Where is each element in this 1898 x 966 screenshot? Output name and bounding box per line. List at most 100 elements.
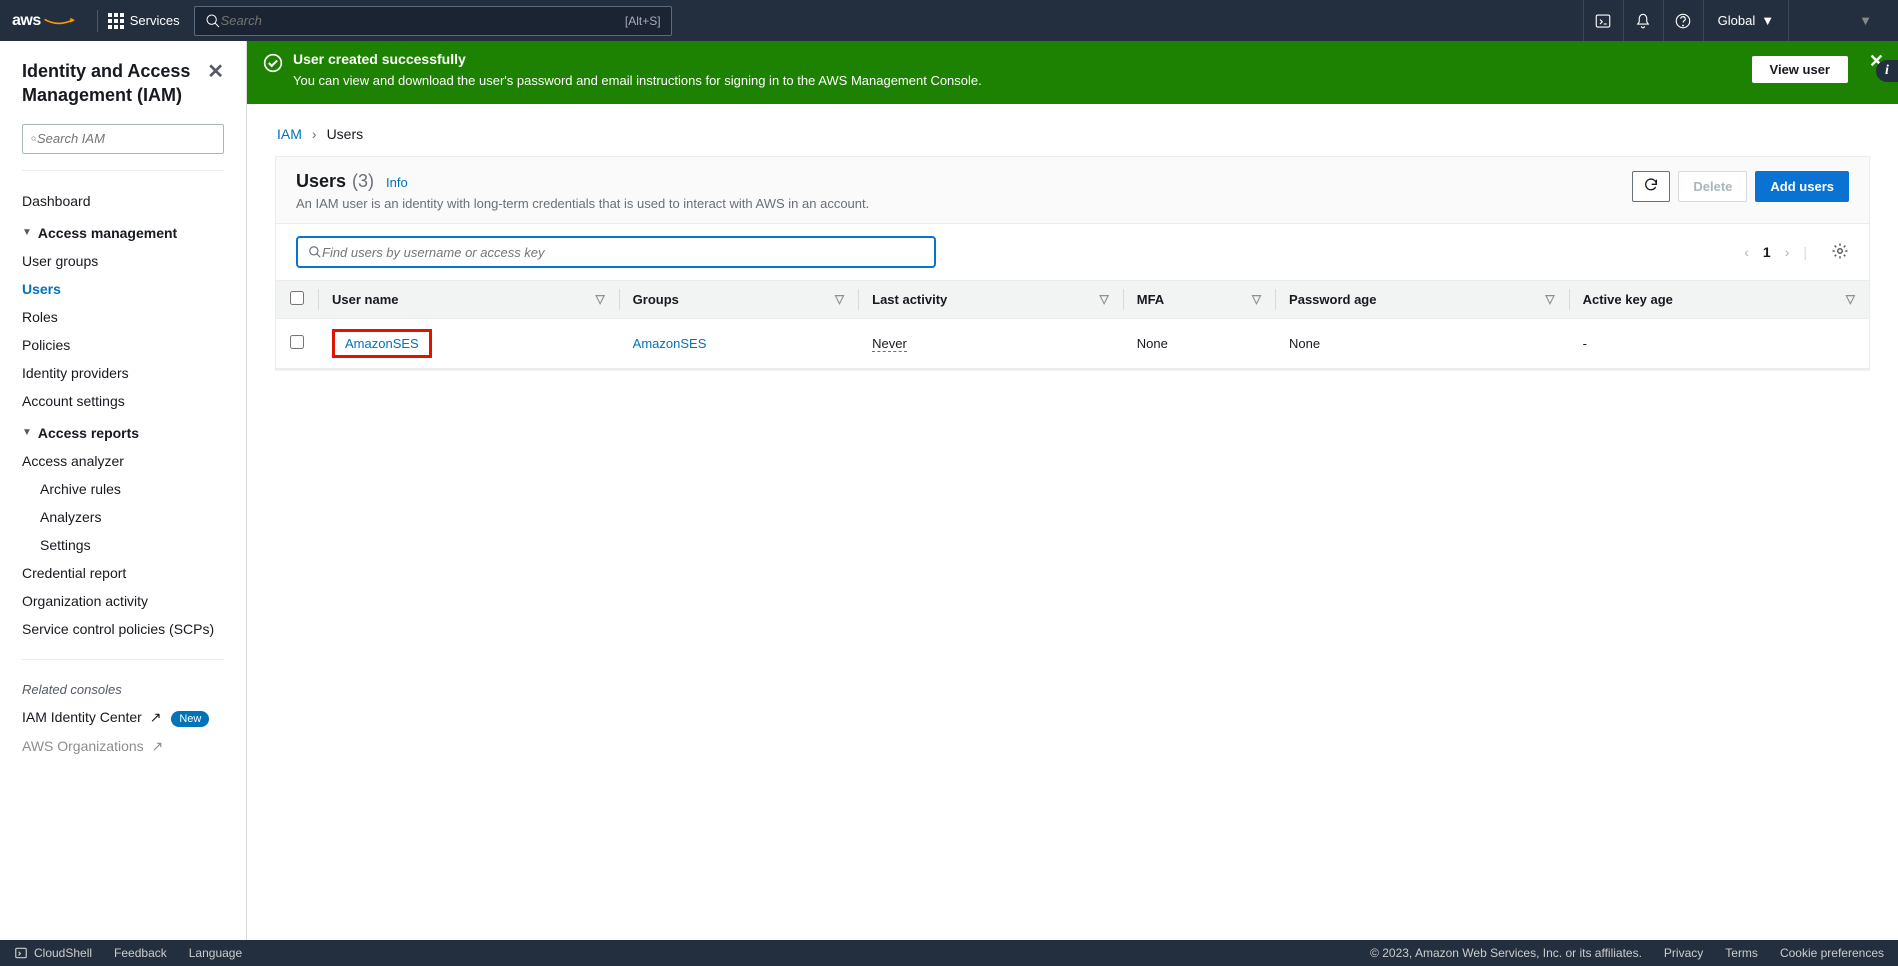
sort-icon[interactable]: ▽ bbox=[1100, 292, 1109, 306]
sort-icon[interactable]: ▽ bbox=[1252, 292, 1261, 306]
region-selector[interactable]: Global▼ bbox=[1703, 0, 1788, 41]
sort-icon[interactable]: ▽ bbox=[835, 292, 844, 306]
cloudshell-icon bbox=[14, 946, 28, 960]
nav-scps[interactable]: Service control policies (SCPs) bbox=[22, 615, 224, 643]
account-menu[interactable]: ▼ bbox=[1788, 0, 1886, 41]
table-settings-icon[interactable] bbox=[1831, 242, 1849, 263]
mfa-value: None bbox=[1123, 319, 1275, 369]
main-content: User created successfully You can view a… bbox=[247, 41, 1898, 940]
active-key-age-value: - bbox=[1569, 319, 1869, 369]
nav-archive-rules[interactable]: Archive rules bbox=[22, 475, 224, 503]
grid-icon bbox=[108, 13, 124, 29]
sort-icon[interactable]: ▽ bbox=[1846, 292, 1855, 306]
col-active-key-age[interactable]: Active key age▽ bbox=[1569, 281, 1869, 319]
info-link[interactable]: Info bbox=[386, 175, 408, 190]
prev-page-icon[interactable]: ‹ bbox=[1744, 244, 1749, 260]
sidebar-close-icon[interactable]: ✕ bbox=[207, 59, 224, 84]
users-panel: Users (3) Info An IAM user is an identit… bbox=[275, 156, 1870, 370]
delete-button[interactable]: Delete bbox=[1678, 171, 1747, 202]
nav-users[interactable]: Users bbox=[22, 275, 224, 303]
language-link[interactable]: Language bbox=[189, 946, 242, 960]
notifications-icon[interactable] bbox=[1623, 0, 1663, 41]
aws-logo[interactable]: aws bbox=[12, 12, 75, 30]
footer: CloudShell Feedback Language © 2023, Ama… bbox=[0, 940, 1898, 966]
services-label: Services bbox=[130, 13, 180, 28]
col-username[interactable]: User name▽ bbox=[318, 281, 619, 319]
sort-icon[interactable]: ▽ bbox=[595, 292, 604, 306]
user-count: (3) bbox=[352, 171, 374, 192]
info-panel-toggle[interactable]: i bbox=[1876, 60, 1898, 82]
privacy-link[interactable]: Privacy bbox=[1664, 946, 1703, 960]
table-row: AmazonSES AmazonSES Never None None - bbox=[276, 319, 1869, 369]
users-table: User name▽ Groups▽ Last activity▽ MFA▽ P… bbox=[276, 280, 1869, 369]
copyright: © 2023, Amazon Web Services, Inc. or its… bbox=[1370, 946, 1642, 960]
col-groups[interactable]: Groups▽ bbox=[619, 281, 858, 319]
external-link-icon: ↗ bbox=[152, 738, 164, 754]
nav-iam-identity-center[interactable]: IAM Identity Center ↗ New bbox=[22, 703, 224, 732]
search-icon bbox=[205, 13, 221, 29]
user-link[interactable]: AmazonSES bbox=[345, 336, 419, 351]
sidebar-search-input[interactable] bbox=[37, 131, 215, 146]
breadcrumb-current: Users bbox=[327, 126, 364, 142]
aws-smile-icon bbox=[43, 15, 75, 27]
pagination: ‹ 1 › | bbox=[1744, 242, 1849, 263]
nav-account-settings[interactable]: Account settings bbox=[22, 387, 224, 415]
breadcrumb: IAM › Users bbox=[247, 104, 1898, 150]
col-password-age[interactable]: Password age▽ bbox=[1275, 281, 1569, 319]
highlighted-username: AmazonSES bbox=[332, 329, 432, 358]
next-page-icon[interactable]: › bbox=[1785, 244, 1790, 260]
search-shortcut: [Alt+S] bbox=[625, 14, 661, 28]
search-icon bbox=[308, 245, 322, 259]
row-checkbox[interactable] bbox=[290, 335, 304, 349]
sort-icon[interactable]: ▽ bbox=[1545, 292, 1554, 306]
panel-subtitle: An IAM user is an identity with long-ter… bbox=[296, 196, 869, 211]
section-access-management[interactable]: Access management bbox=[22, 215, 224, 247]
add-users-button[interactable]: Add users bbox=[1755, 171, 1849, 202]
chevron-right-icon: › bbox=[312, 126, 317, 142]
cookie-link[interactable]: Cookie preferences bbox=[1780, 946, 1884, 960]
panel-title: Users (3) Info bbox=[296, 171, 408, 192]
sidebar-search[interactable] bbox=[22, 124, 224, 154]
success-banner: User created successfully You can view a… bbox=[247, 41, 1898, 104]
nav-access-analyzer[interactable]: Access analyzer bbox=[22, 447, 224, 475]
nav-roles[interactable]: Roles bbox=[22, 303, 224, 331]
find-users-input[interactable] bbox=[322, 245, 924, 260]
services-menu[interactable]: Services bbox=[108, 13, 180, 29]
select-all-checkbox[interactable] bbox=[290, 291, 304, 305]
refresh-button[interactable] bbox=[1632, 171, 1670, 202]
nav-identity-providers[interactable]: Identity providers bbox=[22, 359, 224, 387]
nav-settings[interactable]: Settings bbox=[22, 531, 224, 559]
terms-link[interactable]: Terms bbox=[1725, 946, 1758, 960]
feedback-link[interactable]: Feedback bbox=[114, 946, 167, 960]
caret-down-icon: ▼ bbox=[1859, 13, 1872, 28]
col-last-activity[interactable]: Last activity▽ bbox=[858, 281, 1123, 319]
help-icon[interactable] bbox=[1663, 0, 1703, 41]
sidebar: Identity and Access Management (IAM) ✕ D… bbox=[0, 41, 247, 940]
nav-organization-activity[interactable]: Organization activity bbox=[22, 587, 224, 615]
breadcrumb-root[interactable]: IAM bbox=[277, 126, 302, 142]
related-consoles-label: Related consoles bbox=[22, 676, 224, 703]
nav-credential-report[interactable]: Credential report bbox=[22, 559, 224, 587]
nav-analyzers[interactable]: Analyzers bbox=[22, 503, 224, 531]
cloudshell-top-icon[interactable] bbox=[1583, 0, 1623, 41]
find-users-input-wrap[interactable] bbox=[296, 236, 936, 268]
success-check-icon bbox=[263, 53, 283, 73]
external-link-icon: ↗ bbox=[150, 709, 162, 725]
top-nav: aws Services [Alt+S] Global▼ ▼ bbox=[0, 0, 1898, 41]
password-age-value: None bbox=[1275, 319, 1569, 369]
cloudshell-button[interactable]: CloudShell bbox=[14, 946, 92, 960]
nav-policies[interactable]: Policies bbox=[22, 331, 224, 359]
nav-user-groups[interactable]: User groups bbox=[22, 247, 224, 275]
section-access-reports[interactable]: Access reports bbox=[22, 415, 224, 447]
nav-dashboard[interactable]: Dashboard bbox=[22, 187, 224, 215]
group-link[interactable]: AmazonSES bbox=[633, 336, 707, 351]
topnav-right: Global▼ ▼ bbox=[1583, 0, 1886, 41]
view-user-button[interactable]: View user bbox=[1752, 56, 1848, 83]
banner-title: User created successfully bbox=[293, 51, 982, 67]
nav-aws-organizations[interactable]: AWS Organizations ↗ bbox=[22, 732, 224, 761]
caret-down-icon: ▼ bbox=[1761, 13, 1774, 28]
global-search[interactable]: [Alt+S] bbox=[194, 6, 672, 36]
col-mfa[interactable]: MFA▽ bbox=[1123, 281, 1275, 319]
page-number: 1 bbox=[1763, 244, 1771, 260]
search-input[interactable] bbox=[221, 13, 625, 28]
